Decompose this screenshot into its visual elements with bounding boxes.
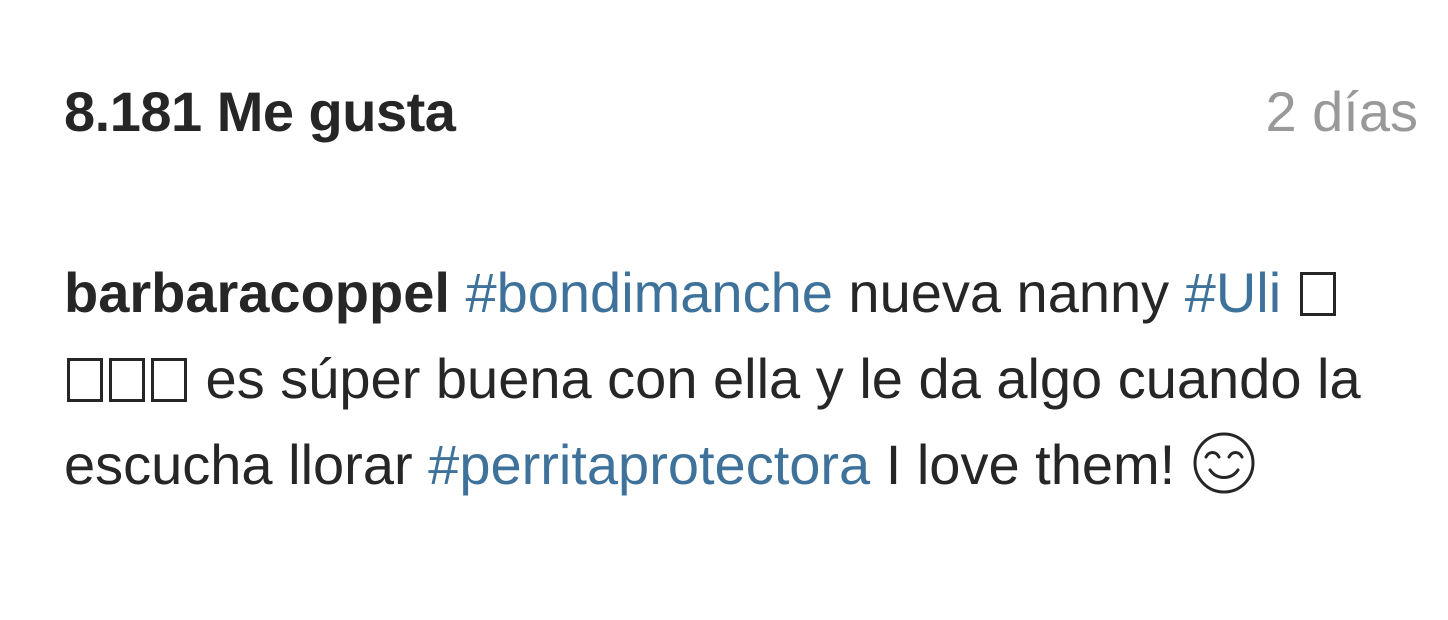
likes-count-link[interactable]: 8.181 Me gusta (64, 76, 456, 148)
hashtag-perritaprotectora-link[interactable]: #perritaprotectora (428, 433, 870, 496)
post-caption: barbaracoppel #bondimanche nueva nanny #… (64, 250, 1364, 508)
smiling-face-with-heart-eyes-icon (1191, 430, 1257, 496)
missing-glyph-icon (109, 358, 145, 402)
hashtag-uli-link[interactable]: #Uli (1185, 261, 1281, 324)
missing-glyph-icon (151, 358, 187, 402)
post-meta: 8.181 Me gusta 2 días (0, 0, 1448, 230)
post-timestamp[interactable]: 2 días (1265, 76, 1418, 148)
caption-username-link[interactable]: barbaracoppel (64, 261, 450, 324)
hashtag-bondimanche-link[interactable]: #bondimanche (465, 261, 832, 324)
caption-text-segment: I love them! (870, 433, 1191, 496)
caption-text-segment: nueva nanny (832, 261, 1185, 324)
missing-glyph-icon (1299, 272, 1336, 316)
missing-glyph-icon (67, 358, 103, 402)
